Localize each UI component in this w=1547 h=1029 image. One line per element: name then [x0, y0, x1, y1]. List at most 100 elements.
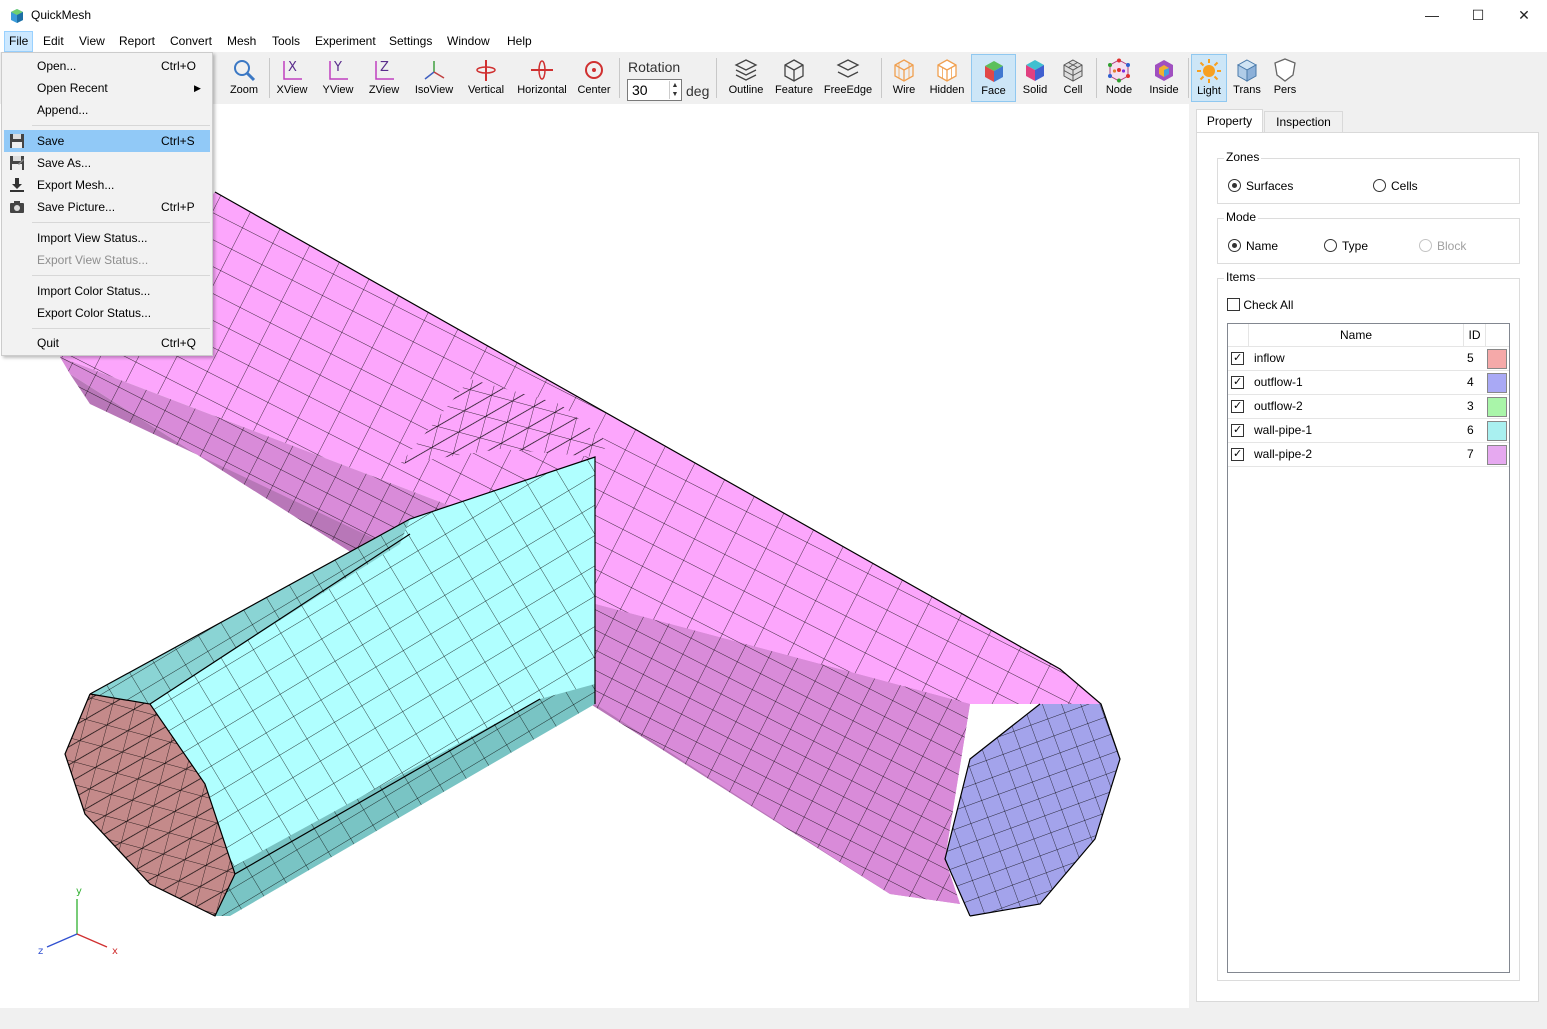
menu-item-label: Import Color Status... [37, 284, 151, 298]
node-button[interactable]: Node [1101, 54, 1137, 102]
menu-item-open[interactable]: Open... Ctrl+O [4, 55, 210, 77]
hidden-line-cube-icon [937, 59, 957, 82]
light-button[interactable]: Light [1191, 54, 1227, 102]
feature-button[interactable]: Feature [772, 54, 816, 102]
rotation-spinner[interactable]: ▲ ▼ [669, 81, 680, 99]
horizontal-label: Horizontal [517, 84, 567, 96]
light-sun-icon [1197, 59, 1221, 83]
window-title: QuickMesh [31, 8, 92, 22]
zoom-label: Zoom [229, 84, 259, 96]
menu-item-append[interactable]: Append... [4, 99, 210, 121]
menu-settings[interactable]: Settings [385, 31, 436, 52]
zoom-button[interactable]: Zoom [226, 54, 262, 102]
menu-help[interactable]: Help [503, 31, 536, 52]
xview-button[interactable]: X XView [274, 54, 310, 102]
row-checkbox[interactable] [1231, 447, 1244, 461]
row-checkbox[interactable] [1231, 375, 1244, 389]
zview-label: ZView [368, 84, 400, 96]
zones-surfaces-radio[interactable]: Surfaces [1228, 179, 1293, 193]
zones-surfaces-label: Surfaces [1246, 179, 1294, 193]
menu-item-save-as[interactable]: Save As... [4, 152, 210, 174]
yview-button[interactable]: Y YView [320, 54, 356, 102]
vertical-rotate-icon [476, 60, 496, 81]
svg-text:X: X [288, 60, 297, 75]
row-color-swatch[interactable] [1487, 421, 1507, 441]
menu-item-label: Append... [37, 103, 89, 117]
solid-button[interactable]: Solid [1018, 54, 1052, 102]
property-tab-pane: Zones Surfaces Cells Mode Name Type Bloc… [1196, 132, 1539, 1002]
x-axis-view-icon: X [283, 60, 302, 80]
center-button[interactable]: Center [575, 54, 613, 102]
menu-view[interactable]: View [75, 31, 109, 52]
center-label: Center [577, 84, 611, 96]
mode-name-radio[interactable]: Name [1228, 239, 1278, 253]
vertical-button[interactable]: Vertical [466, 54, 506, 102]
menu-item-save[interactable]: Save Ctrl+S [4, 130, 210, 152]
menu-experiment[interactable]: Experiment [311, 31, 380, 52]
menu-item-shortcut: Ctrl+Q [161, 336, 197, 350]
table-row[interactable]: wall-pipe-2 7 [1228, 443, 1509, 467]
row-color-swatch[interactable] [1487, 445, 1507, 465]
row-checkbox[interactable] [1231, 399, 1244, 413]
table-header-name[interactable]: Name [1249, 324, 1464, 347]
menu-item-export-color-status[interactable]: Export Color Status... [4, 302, 210, 324]
maximize-button[interactable]: ☐ [1455, 0, 1501, 31]
mode-type-radio[interactable]: Type [1324, 239, 1368, 253]
menu-window[interactable]: Window [443, 31, 494, 52]
table-row[interactable]: outflow-1 4 [1228, 371, 1509, 395]
row-checkbox[interactable] [1231, 351, 1244, 365]
menu-item-label: Import View Status... [37, 231, 148, 245]
table-row[interactable]: wall-pipe-1 6 [1228, 419, 1509, 443]
outflow-cap [945, 704, 1120, 916]
pers-button[interactable]: Pers [1267, 54, 1303, 102]
zones-cells-radio[interactable]: Cells [1373, 179, 1418, 193]
table-header-id[interactable]: ID [1464, 324, 1486, 347]
menu-item-import-view-status[interactable]: Import View Status... [4, 227, 210, 249]
items-title: Items [1224, 270, 1258, 284]
menu-item-shortcut: Ctrl+P [161, 200, 195, 214]
isoview-button[interactable]: IsoView [412, 54, 456, 102]
menu-item-open-recent[interactable]: Open Recent ▶ [4, 77, 210, 99]
menu-mesh[interactable]: Mesh [223, 31, 260, 52]
tab-inspection[interactable]: Inspection [1264, 111, 1343, 132]
wire-button[interactable]: Wire [887, 54, 921, 102]
table-row[interactable]: outflow-2 3 [1228, 395, 1509, 419]
inside-button[interactable]: Inside [1145, 54, 1183, 102]
close-button[interactable]: ✕ [1501, 0, 1547, 31]
row-color-swatch[interactable] [1487, 349, 1507, 369]
menu-report[interactable]: Report [115, 31, 159, 52]
menu-file[interactable]: File [4, 31, 34, 52]
row-color-swatch[interactable] [1487, 397, 1507, 417]
row-color-swatch[interactable] [1487, 373, 1507, 393]
tab-property[interactable]: Property [1196, 109, 1263, 134]
horizontal-button[interactable]: Horizontal [515, 54, 569, 102]
menu-item-save-picture[interactable]: Save Picture... Ctrl+P [4, 196, 210, 218]
check-all-checkbox[interactable]: Check All [1227, 298, 1293, 312]
hidden-button[interactable]: Hidden [927, 54, 967, 102]
menu-convert[interactable]: Convert [166, 31, 216, 52]
menu-edit[interactable]: Edit [39, 31, 68, 52]
menu-item-import-color-status[interactable]: Import Color Status... [4, 280, 210, 302]
cell-button[interactable]: Cell [1056, 54, 1090, 102]
zview-button[interactable]: Z ZView [366, 54, 402, 102]
outline-button[interactable]: Outline [726, 54, 766, 102]
toolbar-separator [269, 58, 270, 98]
checkbox-box [1227, 298, 1240, 311]
menu-tools[interactable]: Tools [268, 31, 304, 52]
menu-item-quit[interactable]: Quit Ctrl+Q [4, 332, 210, 354]
menu-item-export-mesh[interactable]: Export Mesh... [4, 174, 210, 196]
row-checkbox[interactable] [1231, 423, 1244, 437]
zoom-icon [234, 60, 256, 82]
table-row[interactable]: inflow 5 [1228, 347, 1509, 371]
freeedge-button[interactable]: FreeEdge [822, 54, 874, 102]
title-bar: QuickMesh — ☐ ✕ [0, 0, 1547, 31]
save-as-icon [10, 156, 24, 170]
minimize-button[interactable]: — [1409, 0, 1455, 31]
face-button[interactable]: Face [971, 54, 1016, 102]
rotation-input[interactable]: 30 ▲ ▼ [627, 79, 682, 101]
mode-block-radio: Block [1419, 239, 1466, 253]
toolbar-separator [619, 58, 620, 98]
menu-separator [32, 222, 210, 223]
status-bar [0, 1008, 1547, 1029]
trans-button[interactable]: Trans [1229, 54, 1265, 102]
